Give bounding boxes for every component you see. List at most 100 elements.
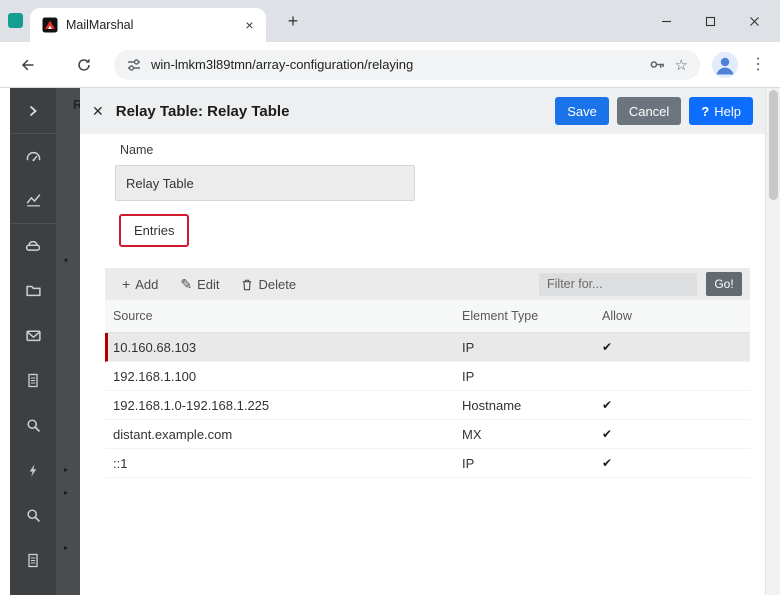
tree-collapse-arrow[interactable]: ▸ [64, 466, 68, 474]
cell-source: ::1 [113, 455, 128, 471]
bookmark-star-icon[interactable]: ☆ [675, 56, 688, 74]
back-button[interactable] [14, 51, 42, 79]
sidebar-item-search-2[interactable] [10, 493, 56, 538]
search-icon [26, 509, 40, 523]
minimize-button[interactable] [644, 0, 688, 42]
panel-close-icon[interactable]: ✕ [92, 103, 104, 120]
grid-toolbar: + Add ✎ Edit Delete Go! [105, 268, 750, 300]
help-label: Help [714, 103, 741, 119]
mailmarshal-favicon-icon [42, 17, 58, 33]
trash-icon [243, 279, 252, 290]
cell-allow: ✔ [602, 340, 613, 354]
vertical-scrollbar[interactable] [765, 88, 780, 595]
delete-label: Delete [258, 276, 297, 292]
tab-title: MailMarshal [66, 18, 134, 32]
cell-source: 10.160.68.103 [113, 339, 197, 355]
cell-element-type: Hostname [462, 397, 522, 413]
browser-menu-button[interactable]: ⋮ [746, 51, 770, 79]
pencil-icon: ✎ [180, 275, 193, 292]
cell-element-type: IP [462, 339, 475, 355]
scrollbar-thumb[interactable] [769, 90, 778, 200]
column-header-allow[interactable]: Allow [602, 309, 750, 323]
profile-person-icon [712, 51, 738, 78]
save-button[interactable]: Save [555, 97, 609, 125]
table-row[interactable]: ::1 IP ✔ [105, 449, 750, 478]
close-window-button[interactable] [732, 0, 776, 42]
minimize-icon [661, 20, 671, 22]
cell-element-type: MX [462, 426, 482, 442]
search-icon [26, 419, 40, 433]
cell-allow: ✔ [602, 456, 613, 470]
column-header-source[interactable]: Source [113, 309, 462, 323]
profile-avatar[interactable] [712, 51, 738, 78]
sidebar-item-mail[interactable] [10, 313, 56, 358]
browser-window: MailMarshal × + win-lmkm3l89tmn/array-co… [0, 0, 780, 595]
browser-tab[interactable]: MailMarshal × [30, 8, 266, 42]
add-label: Add [135, 276, 159, 292]
maximize-button[interactable] [688, 0, 732, 42]
cell-allow: ✔ [602, 398, 613, 412]
plus-icon: + [122, 276, 131, 292]
table-row[interactable]: 192.168.1.0-192.168.1.225 Hostname ✔ [105, 391, 750, 420]
browser-toolbar: win-lmkm3l89tmn/array-configuration/rela… [0, 42, 780, 88]
sidebar-item-docs[interactable] [10, 538, 56, 583]
delete-button[interactable]: Delete [232, 268, 305, 300]
column-header-element-type[interactable]: Element Type [462, 309, 602, 323]
sidebar-item-dashboard[interactable] [10, 133, 56, 178]
table-row[interactable]: distant.example.com MX ✔ [105, 420, 750, 449]
name-field-label: Name [120, 143, 154, 157]
app-window-icon [8, 13, 23, 28]
help-button[interactable]: ? Help [689, 97, 753, 125]
sidebar-item-folders[interactable] [10, 268, 56, 313]
table-header-row: Source Element Type Allow [105, 300, 750, 333]
sidebar-item-actions[interactable] [10, 448, 56, 493]
sidebar-item-server[interactable] [10, 223, 56, 268]
close-window-icon [749, 16, 759, 26]
sidebar-item-reports[interactable] [10, 178, 56, 223]
edit-button[interactable]: ✎ Edit [171, 268, 228, 300]
cell-source: 192.168.1.0-192.168.1.225 [113, 397, 270, 413]
expand-chevron-icon [29, 105, 37, 116]
panel-title: Relay Table: Relay Table [115, 102, 290, 120]
line-chart-icon [26, 194, 40, 207]
name-input[interactable] [115, 165, 415, 201]
password-key-icon[interactable] [649, 56, 666, 73]
sidebar-item-logs[interactable] [10, 358, 56, 403]
reload-button[interactable] [70, 51, 98, 79]
new-tab-button[interactable]: + [280, 9, 306, 35]
edit-label: Edit [197, 276, 220, 292]
mail-envelope-icon [25, 330, 41, 342]
tree-collapse-arrow[interactable]: ▸ [64, 544, 68, 552]
window-controls [644, 0, 776, 42]
document-icon [28, 373, 38, 388]
add-button[interactable]: + Add [113, 268, 167, 300]
help-question-icon: ? [701, 103, 710, 119]
cell-element-type: IP [462, 368, 475, 384]
filter-input[interactable] [539, 272, 697, 296]
server-icon [25, 240, 41, 251]
tree-collapse-arrow[interactable]: ▸ [64, 489, 68, 497]
entries-tab-button[interactable]: Entries [119, 214, 190, 247]
lightning-icon [29, 464, 37, 477]
tree-expand-arrow[interactable]: ▾ [64, 257, 68, 265]
tab-close-icon[interactable]: × [241, 17, 258, 34]
go-button[interactable]: Go! [706, 272, 742, 296]
cell-source: distant.example.com [113, 426, 233, 442]
document-icon [28, 553, 38, 568]
back-arrow-icon [21, 59, 34, 70]
site-settings-icon[interactable] [126, 57, 142, 73]
table-row[interactable]: 192.168.1.100 IP [105, 362, 750, 391]
reload-icon [78, 58, 90, 71]
relay-table-panel: ✕ Relay Table: Relay Table Save Cancel ?… [80, 88, 765, 595]
cell-source: 192.168.1.100 [113, 368, 197, 384]
relay-entries-table: Source Element Type Allow 10.160.68.103 … [105, 300, 750, 478]
url-text[interactable]: win-lmkm3l89tmn/array-configuration/rela… [151, 57, 640, 72]
cell-element-type: IP [462, 455, 475, 471]
table-row[interactable]: 10.160.68.103 IP ✔ [105, 333, 750, 362]
address-bar[interactable]: win-lmkm3l89tmn/array-configuration/rela… [114, 49, 700, 80]
sidebar-item-expand[interactable] [10, 88, 56, 133]
dashboard-gauge-icon [26, 151, 40, 161]
cancel-button[interactable]: Cancel [616, 97, 682, 125]
cell-allow: ✔ [602, 427, 613, 441]
sidebar-item-search[interactable] [10, 403, 56, 448]
